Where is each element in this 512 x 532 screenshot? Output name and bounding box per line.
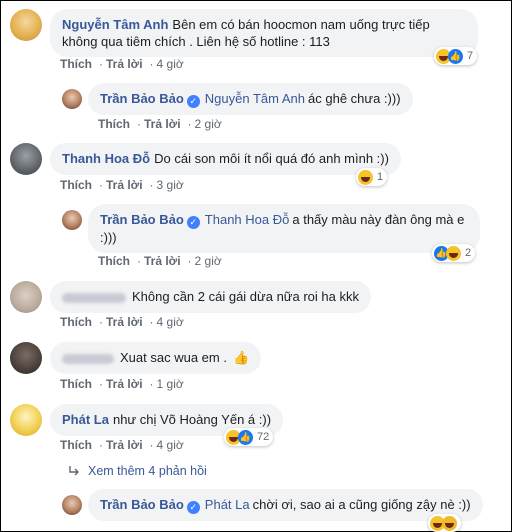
sad-icon [442, 515, 457, 531]
haha-icon [446, 245, 461, 261]
reaction-count: 72 [257, 431, 270, 443]
like-link[interactable]: Thích [60, 178, 92, 192]
reaction-summary[interactable]: 👍 2 [432, 244, 476, 262]
comment-text: Xuat sac wua em . [120, 350, 227, 365]
screenshot-frame [0, 0, 512, 532]
avatar[interactable] [10, 281, 42, 313]
reaction-summary[interactable] [428, 514, 461, 532]
avatar[interactable] [10, 404, 42, 436]
reply-link[interactable]: Trả lời [106, 57, 143, 71]
mention[interactable]: Thanh Hoa Đỗ [205, 212, 290, 227]
comment: Thanh Hoa Đỗ Do cái son môi ít nổi quá đó… [10, 143, 401, 175]
comment-actions: Thích · Trả lời · 2 giờ [98, 117, 222, 131]
comment-time[interactable]: 3 giờ [157, 178, 184, 192]
verified-icon: ✓ [186, 501, 200, 514]
avatar[interactable] [10, 342, 42, 374]
like-link[interactable]: Thích [60, 315, 92, 329]
comment-bubble: Nguyễn Tâm Anh Bên em có bán hoocmon nam … [50, 9, 478, 57]
reply-link[interactable]: Trả lời [144, 117, 181, 131]
avatar[interactable] [62, 495, 82, 515]
comment-bubble: Thanh Hoa Đỗ Do cái son môi ít nổi quá đó… [50, 143, 401, 175]
comment-text: Do cái son môi ít nổi quá đó anh mình :)… [154, 151, 389, 166]
comment-author[interactable]: Trần Bảo Bảo [100, 212, 184, 227]
reply-arrow-icon [69, 466, 79, 476]
verified-icon: ✓ [186, 216, 200, 229]
comment-actions: Thích · Trả lời · 2 giờ [98, 254, 222, 268]
reply-link[interactable]: Trả lời [106, 178, 143, 192]
like-link[interactable]: Thích [60, 57, 92, 71]
comment: Xuat sac wua em . 👍 [10, 342, 262, 374]
like-icon: 👍 [448, 48, 463, 64]
comment-author[interactable]: Thanh Hoa Đỗ [62, 151, 150, 166]
reaction-count: 1 [377, 171, 384, 183]
like-link[interactable]: Thích [60, 377, 92, 391]
reaction-summary[interactable]: 👍 7 [434, 47, 478, 65]
reply: Trần Bảo Bảo ✓ Phát La chời ơi, sao ai a cũ… [62, 489, 483, 521]
comment-time[interactable]: 4 giờ [157, 438, 184, 452]
reaction-count: 2 [465, 247, 472, 259]
comment-time[interactable]: 2 giờ [195, 117, 222, 131]
see-more-replies[interactable]: Xem thêm 4 phản hồi [68, 464, 207, 478]
comment-time[interactable]: 2 giờ [195, 254, 222, 268]
comment-time[interactable]: 4 giờ [157, 57, 184, 71]
reaction-count: 7 [467, 50, 474, 62]
thumbs-up-emoji-icon: 👍 [232, 350, 250, 365]
comment-actions: Thích · Trả lời · 4 giờ [60, 57, 184, 71]
reply-link[interactable]: Trả lời [106, 438, 143, 452]
avatar[interactable] [10, 143, 42, 175]
like-link[interactable]: Thích [98, 117, 130, 131]
reply-link[interactable]: Trả lời [106, 315, 143, 329]
reaction-summary[interactable]: 👍 72 [224, 428, 274, 446]
comment-bubble: Trần Bảo Bảo ✓ Phát La chời ơi, sao ai a cũ… [88, 489, 483, 521]
blurred-author[interactable] [62, 292, 126, 303]
comment-bubble: Trần Bảo Bảo ✓ Nguyễn Tâm Anh ác ghê chưa :… [88, 83, 413, 115]
comment-time[interactable]: 4 giờ [157, 315, 184, 329]
like-icon: 👍 [238, 429, 253, 445]
mention[interactable]: Phát La [205, 497, 250, 512]
comment-bubble: Xuat sac wua em . 👍 [50, 342, 262, 374]
like-link[interactable]: Thích [60, 438, 92, 452]
comment-actions: Thích · Trả lời · 4 giờ [60, 315, 184, 329]
avatar[interactable] [62, 89, 82, 109]
comment-bubble: Không cần 2 cái gái dừa nữa roi ha kkk [50, 281, 371, 313]
comment-author[interactable]: Trần Bảo Bảo [100, 91, 184, 106]
comment: Nguyễn Tâm Anh Bên em có bán hoocmon nam … [10, 9, 478, 57]
comment-actions: Thích · Trả lời · 3 giờ [60, 178, 184, 192]
comment-text: ác ghê chưa :))) [308, 91, 401, 106]
mention[interactable]: Nguyễn Tâm Anh [205, 91, 305, 106]
like-link[interactable]: Thích [98, 254, 130, 268]
comment-author[interactable]: Trần Bảo Bảo [100, 497, 184, 512]
comment: Không cần 2 cái gái dừa nữa roi ha kkk [10, 281, 371, 313]
comment-author[interactable]: Phát La [62, 412, 109, 427]
haha-icon [358, 169, 373, 185]
comment-actions: Thích · Trả lời · 4 giờ [60, 438, 184, 452]
avatar[interactable] [62, 210, 82, 230]
comment-actions: Thích · Trả lời · 1 giờ [60, 377, 184, 391]
comment-time[interactable]: 1 giờ [157, 377, 184, 391]
reply-link[interactable]: Trả lời [144, 254, 181, 268]
avatar[interactable] [10, 9, 42, 41]
comment-text: chời ơi, sao ai a cũng giống zậy nè :)) [252, 497, 471, 512]
comment-author[interactable]: Nguyễn Tâm Anh [62, 17, 168, 32]
reply-link[interactable]: Trả lời [106, 377, 143, 391]
blurred-author[interactable] [62, 353, 114, 364]
see-more-replies-label[interactable]: Xem thêm 4 phản hồi [88, 464, 207, 478]
comment-text: Không cần 2 cái gái dừa nữa roi ha kkk [132, 289, 359, 304]
comment-text: như chị Võ Hoàng Yến á :)) [112, 412, 272, 427]
reply: Trần Bảo Bảo ✓ Thanh Hoa Đỗ a thấy màu này … [62, 204, 480, 253]
verified-icon: ✓ [186, 95, 200, 108]
reply: Trần Bảo Bảo ✓ Nguyễn Tâm Anh ác ghê chưa :… [62, 83, 413, 115]
reaction-summary[interactable]: 1 [356, 168, 388, 186]
comment-bubble: Trần Bảo Bảo ✓ Thanh Hoa Đỗ a thấy màu này … [88, 204, 480, 253]
